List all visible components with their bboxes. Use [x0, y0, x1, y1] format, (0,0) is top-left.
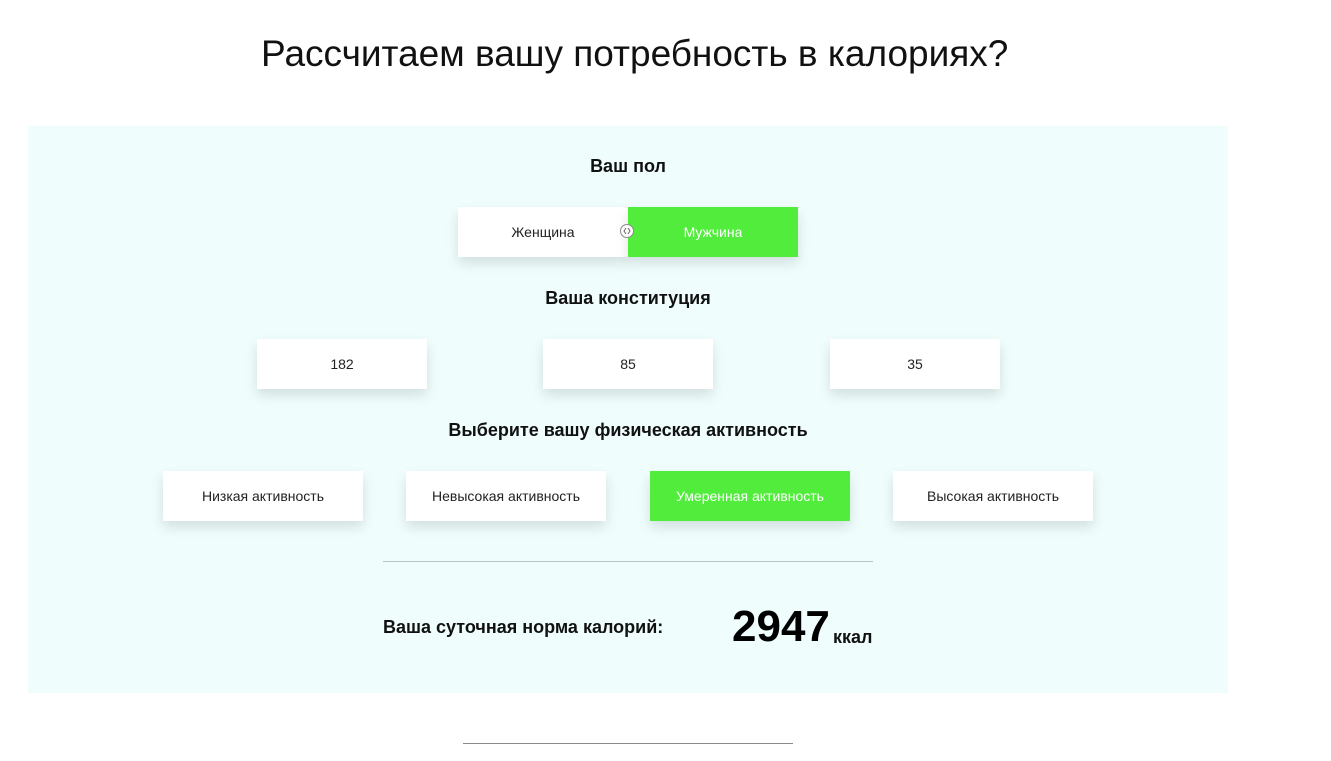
- gender-toggle[interactable]: Женщина Мужчина: [458, 207, 798, 257]
- result-label: Ваша суточная норма калорий:: [383, 617, 664, 637]
- constitution-label: Ваша конституция: [545, 288, 711, 308]
- gender-label: Ваш пол: [590, 156, 666, 176]
- calculator-panel: Ваш пол Женщина Мужчина Ваша конституция…: [28, 126, 1228, 693]
- result-divider: [383, 561, 873, 562]
- height-field[interactable]: 182: [257, 339, 427, 389]
- calorie-unit: ккал: [833, 627, 873, 647]
- footer-divider: [463, 743, 793, 744]
- activity-high-button[interactable]: Высокая активность: [893, 471, 1093, 521]
- calorie-value: 2947: [732, 602, 830, 651]
- activity-moderate-button[interactable]: Умеренная активность: [650, 471, 850, 521]
- age-field[interactable]: 35: [830, 339, 1000, 389]
- weight-field[interactable]: 85: [543, 339, 713, 389]
- activity-low-button[interactable]: Низкая активность: [163, 471, 363, 521]
- activity-label: Выберите вашу физическая активность: [448, 420, 808, 440]
- page-title: Рассчитаем вашу потребность в калориях?: [261, 33, 1009, 74]
- handle-arrows-icon: [623, 227, 631, 235]
- gender-female-option[interactable]: Женщина: [458, 207, 628, 257]
- gender-male-option[interactable]: Мужчина: [628, 207, 798, 257]
- calorie-calculator-page: Рассчитаем вашу потребность в калориях? …: [0, 0, 1331, 761]
- drag-handle-icon[interactable]: [620, 224, 634, 238]
- activity-light-button[interactable]: Невысокая активность: [406, 471, 606, 521]
